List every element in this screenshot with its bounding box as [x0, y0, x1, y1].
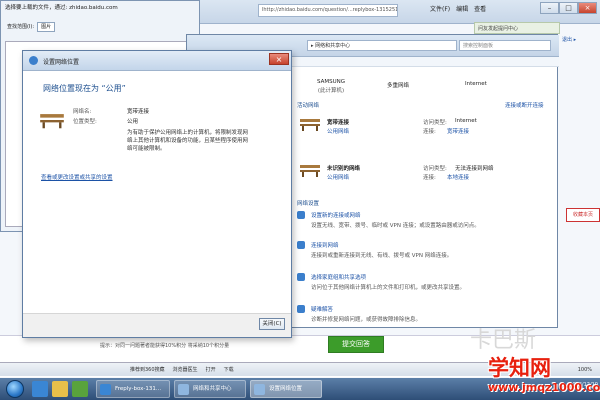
menu-file[interactable]: 文件(F): [430, 4, 450, 16]
network-center-icon: [178, 384, 189, 395]
look-in-row: 查找范围(I): 图片: [7, 21, 127, 32]
new-connection-icon: [297, 211, 305, 219]
dialog-heading: 网络位置现在为 “公用”: [43, 84, 126, 93]
maximize-button[interactable]: □: [559, 2, 578, 14]
location-description: 为有助于保护公用网络上的计算机，将限制发现网络上其他计算机和设备的功能，且某些程…: [127, 130, 249, 152]
task-homegroup-desc: 访问位于其他网络计算机上的文件和打印机，或更改共享设置。: [311, 285, 466, 291]
bookmark-side-tab[interactable]: 收藏本页: [566, 208, 600, 222]
answer-hint: 提示：对同一问题著者能获得10%积分 将采纳10个积分量: [100, 343, 230, 349]
window-controls: – □ ×: [540, 2, 598, 14]
task-troubleshoot[interactable]: 疑难解答: [311, 305, 333, 313]
task-connect-network-desc: 连接到或重新连接到无线、有线、拨号或 VPN 网络连接。: [311, 253, 453, 259]
network-2-access-value: 无法连接到网络: [455, 166, 494, 172]
network-1-conn-link[interactable]: 宽带连接: [447, 127, 469, 135]
menu-edit[interactable]: 编辑: [456, 4, 468, 16]
task-set-location[interactable]: 设置网络位置: [250, 380, 322, 398]
network-2-access-label: 访问类型:: [423, 166, 447, 172]
task-network-center-label: 网络和共享中心: [193, 386, 232, 392]
view-settings-link[interactable]: 查看或更改设置或共享的设置: [41, 173, 113, 181]
submit-answer-button[interactable]: 提交回答: [328, 336, 384, 353]
map-internet: Internet: [465, 81, 487, 87]
connect-network-icon: [297, 241, 305, 249]
network-name-label: 网络名:: [73, 109, 92, 115]
logout-link[interactable]: 退出 ▸: [562, 36, 598, 46]
minimize-button[interactable]: –: [540, 2, 559, 14]
network-2-conn-label: 连接:: [423, 175, 436, 181]
dialog-title: 设置网络位置: [43, 59, 80, 66]
close-button[interactable]: ×: [578, 2, 597, 14]
close-button[interactable]: 关闭(C): [259, 318, 285, 330]
status-doctor[interactable]: 浏览器医生: [173, 366, 198, 373]
network-icon: [29, 56, 38, 65]
task-browser[interactable]: Freply-box-131...: [96, 380, 170, 398]
network-settings-header: 网络设置: [297, 201, 320, 207]
control-panel-search[interactable]: 搜索控制面板: [459, 40, 551, 51]
close-icon[interactable]: ×: [269, 53, 289, 65]
browser-icon: [100, 384, 111, 395]
site-watermark-url: www.jmqz1000.com: [488, 381, 600, 394]
folder-icon[interactable]: [52, 381, 68, 397]
task-connect-network[interactable]: 连接到网络: [311, 241, 339, 249]
network-icon: [254, 384, 265, 395]
network-1-type-link[interactable]: 公用网络: [327, 127, 349, 135]
task-homegroup[interactable]: 选择家庭组和共享选项: [311, 273, 366, 281]
network-2-name: 未识别的网络: [327, 166, 361, 172]
upload-dialog-title: 选择要上载的文件，通过: zhidao.baidu.com: [5, 5, 118, 11]
status-share-360[interactable]: 推荐到360搜藏: [130, 366, 165, 373]
network-1-name: 宽带连接: [327, 120, 350, 126]
task-set-location-label: 设置网络位置: [269, 386, 303, 392]
dialog-footer: [23, 313, 291, 337]
network-2-conn-link[interactable]: 本地连接: [447, 173, 469, 181]
task-network-center[interactable]: 网络和共享中心: [174, 380, 246, 398]
network-2-type-link[interactable]: 公用网络: [327, 173, 349, 181]
status-open[interactable]: 打开: [206, 366, 216, 373]
menu-view[interactable]: 查看: [474, 4, 486, 16]
location-type-value: 公用: [127, 119, 139, 125]
media-icon[interactable]: [72, 381, 88, 397]
bench-icon: [300, 119, 320, 131]
map-multiple-networks: 多重网络: [387, 83, 410, 89]
task-new-connection[interactable]: 设置新的连接或网络: [311, 211, 361, 219]
map-computer-label: SAMSUNG: [317, 79, 345, 85]
connect-disconnect-link[interactable]: 连接或断开连接: [505, 101, 544, 109]
start-button[interactable]: [6, 380, 24, 398]
task-browser-label: Freply-box-131...: [115, 386, 162, 392]
location-type-label: 位置类型:: [73, 119, 97, 125]
site-watermark-logo: 学知网: [488, 356, 551, 380]
network-1-conn-label: 连接:: [423, 129, 436, 135]
network-name-value: 宽带连接: [127, 109, 150, 115]
breadcrumb[interactable]: ▸ 网络和共享中心: [307, 40, 457, 51]
look-in-select[interactable]: 图片: [37, 21, 56, 32]
task-new-connection-desc: 设置无线、宽带、拨号、临时或 VPN 连接；或设置路由器或访问点。: [311, 223, 480, 229]
browser-tab[interactable]: 问友发起提问中心: [474, 22, 560, 34]
task-troubleshoot-desc: 诊断并修复网络问题，或获得故障排除信息。: [311, 317, 422, 323]
bench-icon: [300, 165, 320, 177]
troubleshoot-icon: [297, 305, 305, 313]
network-1-access-value: Internet: [455, 118, 477, 124]
browser-menubar: 文件(F) 编辑 查看: [430, 4, 510, 16]
homegroup-icon: [297, 273, 305, 281]
ie-icon[interactable]: [32, 381, 48, 397]
status-download[interactable]: 下载: [224, 366, 234, 373]
map-computer-sub: (此计算机): [317, 88, 345, 94]
dialog-titlebar: 设置网络位置: [23, 51, 291, 71]
active-networks-header: 活动网络: [297, 103, 320, 109]
address-bar[interactable]: lhttp://zhidao.baidu.com/question/...rep…: [258, 4, 398, 17]
set-network-location-dialog: 设置网络位置 × 网络位置现在为 “公用” 网络名: 宽带连接 位置类型: 公用…: [22, 50, 292, 338]
network-1-access-label: 访问类型:: [423, 120, 447, 126]
bench-icon: [40, 114, 64, 129]
look-in-label: 查找范围(I):: [7, 24, 35, 30]
